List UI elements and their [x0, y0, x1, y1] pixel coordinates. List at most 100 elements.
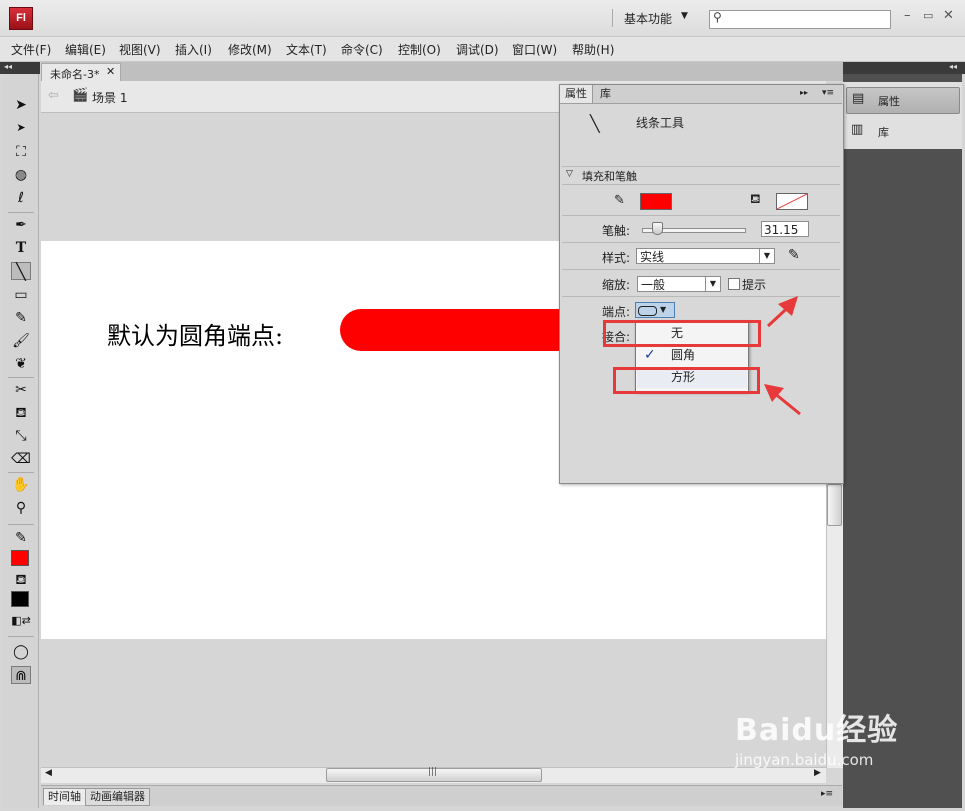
style-select[interactable]: 实线 ▼: [636, 248, 775, 264]
document-tab[interactable]: 未命名-3* ✕: [41, 63, 121, 81]
menu-view[interactable]: 视图(V): [119, 41, 161, 58]
lasso-tool-icon[interactable]: ℓ: [11, 189, 31, 207]
chevron-down-icon[interactable]: ▼: [705, 277, 720, 291]
menu-insert[interactable]: 插入(I): [175, 41, 212, 58]
deco-tool-icon[interactable]: ❦: [11, 355, 31, 373]
chevron-down-icon[interactable]: ▼: [660, 303, 666, 317]
flash-logo-icon: Fl: [9, 7, 33, 30]
document-tab-strip: [41, 62, 843, 81]
hand-tool-icon[interactable]: ✋: [11, 476, 31, 494]
fill-color-swatch[interactable]: [11, 591, 31, 609]
stroke-color-swatch[interactable]: [640, 193, 672, 210]
menu-text[interactable]: 文本(T): [286, 41, 327, 58]
hint-label: 提示: [742, 278, 767, 292]
highlight-box-square: [613, 367, 760, 394]
menu-edit[interactable]: 编辑(E): [65, 41, 106, 58]
close-tab-icon[interactable]: ✕: [106, 65, 115, 78]
menu-file[interactable]: 文件(F): [11, 41, 51, 58]
stage-text[interactable]: 默认为圆角端点:: [107, 316, 283, 351]
menu-help[interactable]: 帮助(H): [572, 41, 614, 58]
eraser-tool-icon[interactable]: ⌫: [11, 450, 31, 468]
checkmark-icon: ✓: [644, 347, 656, 363]
minimize-icon[interactable]: –: [904, 8, 911, 23]
line-tool-icon: ╲: [590, 114, 600, 133]
subselection-tool-icon[interactable]: ➤: [11, 119, 31, 137]
line-tool-icon[interactable]: ╲: [11, 262, 31, 281]
properties-icon: ▤: [852, 91, 865, 106]
chevron-down-icon[interactable]: ▼: [681, 11, 688, 21]
workspace-switcher[interactable]: 基本功能: [624, 10, 672, 27]
red-line-shape[interactable]: [340, 309, 580, 351]
scale-select[interactable]: 一般 ▼: [637, 276, 721, 292]
eyedropper-tool-icon[interactable]: ⤡: [11, 427, 31, 445]
collapse-left-icon[interactable]: ◂◂: [4, 62, 12, 71]
divider: [562, 242, 840, 243]
grip-icon: |||: [428, 767, 438, 777]
brush-tool-icon[interactable]: 🖌: [11, 332, 31, 350]
stroke-color-swatch[interactable]: [11, 550, 31, 568]
scale-label: 缩放:: [602, 278, 631, 292]
dock-item-properties[interactable]: ▤ 属性: [846, 87, 960, 114]
free-transform-tool-icon[interactable]: ⛶: [11, 143, 31, 161]
cap-select[interactable]: ▼: [635, 302, 675, 318]
stroke-slider-thumb[interactable]: [652, 222, 663, 235]
dock-item-library[interactable]: 库: [878, 124, 889, 140]
bone-tool-icon[interactable]: ✂: [11, 381, 31, 399]
menu-debug[interactable]: 调试(D): [456, 41, 499, 58]
collapse-right-icon[interactable]: ◂◂: [949, 62, 957, 71]
fill-bucket-icon: ⛾: [750, 192, 761, 207]
properties-tab-bar: 属性 库 ▸▸ ▾≡: [560, 85, 842, 104]
tab-motion-editor[interactable]: 动画编辑器: [85, 788, 150, 806]
menu-control[interactable]: 控制(O): [398, 41, 441, 58]
vertical-scroll-thumb[interactable]: [827, 484, 842, 526]
panel-menu-icon[interactable]: ▾≡: [822, 88, 834, 98]
library-icon[interactable]: ▥: [851, 122, 863, 137]
object-drawing-icon[interactable]: ◯: [11, 643, 31, 661]
scroll-left-icon[interactable]: ◀: [45, 768, 52, 778]
divider: [562, 269, 840, 270]
scroll-right-icon[interactable]: ▶: [814, 768, 821, 778]
paint-bucket-tool-icon[interactable]: ⛾: [11, 404, 31, 422]
pencil-tool-icon[interactable]: ✎: [11, 309, 31, 327]
hint-checkbox[interactable]: [728, 278, 740, 290]
style-value: 实线: [640, 250, 665, 264]
scene-label[interactable]: 场景 1: [92, 89, 127, 106]
text-tool-icon[interactable]: T: [11, 239, 31, 257]
chevron-down-icon[interactable]: ▼: [759, 249, 774, 263]
edit-stroke-style-icon[interactable]: ✎: [788, 247, 800, 263]
swap-colors-icon[interactable]: ◧⇄: [11, 612, 31, 630]
menu-commands[interactable]: 命令(C): [341, 41, 383, 58]
snap-magnet-icon[interactable]: ⋒: [11, 666, 31, 684]
bottom-tab-bar: 时间轴 动画编辑器 ▸≡: [41, 785, 842, 806]
fill-color-none-swatch[interactable]: [776, 193, 808, 210]
arrow-down-icon: [764, 384, 801, 416]
cap-option-round[interactable]: ✓ 圆角: [637, 345, 747, 366]
divider: [562, 215, 840, 216]
menu-window[interactable]: 窗口(W): [512, 41, 557, 58]
stroke-value-input[interactable]: 31.15: [761, 221, 809, 237]
maximize-icon[interactable]: ▭: [923, 9, 933, 22]
selection-tool-icon[interactable]: ➤: [11, 96, 31, 114]
divider: [562, 166, 840, 167]
divider: [612, 9, 613, 27]
tab-library[interactable]: 库: [595, 85, 616, 103]
tab-properties[interactable]: 属性: [560, 85, 593, 103]
close-icon[interactable]: ✕: [943, 8, 954, 23]
collapse-section-icon[interactable]: ▽: [566, 169, 573, 179]
3d-rotation-tool-icon[interactable]: ◍: [11, 166, 31, 184]
back-arrow-icon[interactable]: ⇦: [48, 88, 59, 103]
menu-modify[interactable]: 修改(M): [228, 41, 272, 58]
zoom-tool-icon[interactable]: ⚲: [11, 499, 31, 517]
fill-color-icon: ⛾: [15, 572, 27, 588]
tab-timeline[interactable]: 时间轴: [43, 788, 86, 805]
panel-menu-icon[interactable]: ▸≡: [821, 789, 833, 799]
watermark: Baidu经验 jingyan.baidu.com: [735, 705, 898, 769]
annotation-arrows: [764, 296, 801, 416]
rectangle-tool-icon[interactable]: ▭: [11, 286, 31, 304]
watermark-brand: Baidu经验: [735, 713, 899, 748]
pen-tool-icon[interactable]: ✒: [11, 216, 31, 234]
section-title[interactable]: 填充和笔触: [582, 168, 637, 184]
tools-panel: ➤ ➤ ⛶ ◍ ℓ ✒ T ╲ ▭ ✎ 🖌 ❦ ✂ ⛾ ⤡ ⌫ ✋ ⚲ ✎ ⛾ …: [3, 74, 39, 808]
search-input[interactable]: [709, 10, 891, 29]
expand-icon[interactable]: ▸▸: [800, 88, 808, 97]
